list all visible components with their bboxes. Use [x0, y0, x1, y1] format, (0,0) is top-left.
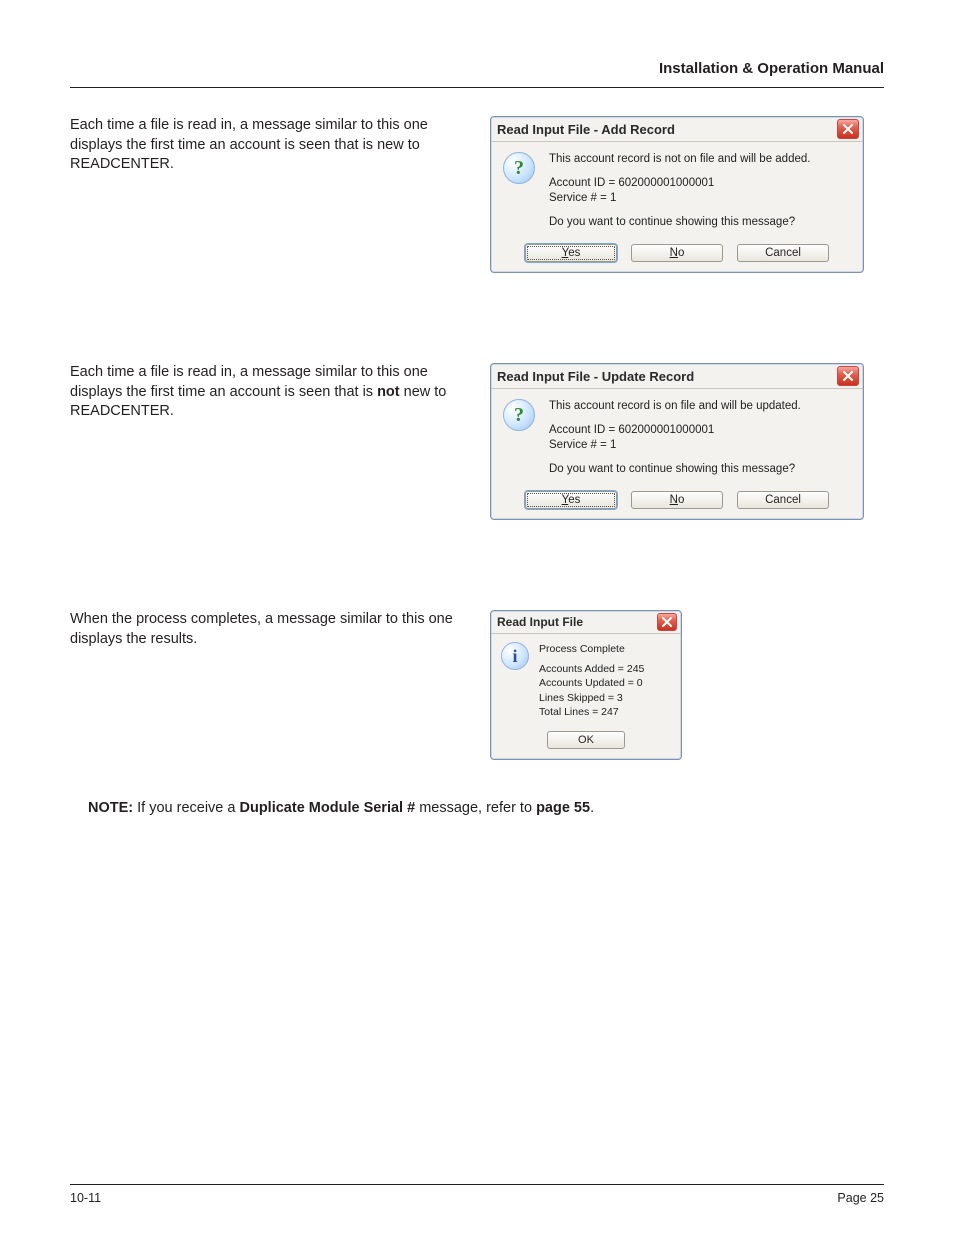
stat-updated: Accounts Updated = 0	[539, 676, 671, 690]
button-row: Yes No Cancel	[491, 487, 863, 519]
close-button[interactable]	[837, 366, 859, 386]
page: Installation & Operation Manual Each tim…	[0, 0, 954, 1235]
note: NOTE: If you receive a Duplicate Module …	[88, 800, 884, 816]
close-icon	[843, 124, 853, 134]
brand-name: READCENTER	[70, 403, 170, 419]
no-button[interactable]: No	[631, 491, 723, 509]
service-line: Service # = 1	[549, 191, 851, 207]
section-add-record: Each time a file is read in, a message s…	[70, 116, 884, 273]
message-line: This account record is not on file and w…	[549, 152, 851, 168]
close-button[interactable]	[837, 119, 859, 139]
caption-update-record: Each time a file is read in, a message s…	[70, 363, 470, 422]
yes-button[interactable]: Yes	[525, 491, 617, 509]
stat-total: Total Lines = 247	[539, 705, 671, 719]
dialog-update-record: Read Input File - Update Record ? This a…	[490, 363, 864, 520]
prompt-line: Do you want to continue showing this mes…	[549, 215, 851, 231]
caption-text: .	[170, 156, 174, 172]
titlebar: Read Input File - Add Record	[491, 117, 863, 142]
dialog-process-complete: Read Input File i Process Complete Accou…	[490, 610, 682, 760]
stat-skipped: Lines Skipped = 3	[539, 691, 671, 705]
note-text: .	[590, 800, 594, 816]
dialog-body: i Process Complete Accounts Added = 245 …	[491, 634, 681, 727]
dialog-message: This account record is not on file and w…	[549, 152, 851, 234]
note-text: If you receive a	[133, 800, 239, 816]
note-text: message, refer to	[415, 800, 536, 816]
footer-left: 10-11	[70, 1191, 101, 1205]
caption-process-complete: When the process completes, a message si…	[70, 610, 470, 649]
close-button[interactable]	[657, 613, 677, 631]
question-icon: ?	[503, 152, 535, 184]
section-process-complete: When the process completes, a message si…	[70, 610, 884, 760]
caption-add-record: Each time a file is read in, a message s…	[70, 116, 470, 175]
ok-button[interactable]: OK	[547, 731, 625, 749]
note-bold: Duplicate Module Serial #	[240, 800, 416, 816]
caption-text: new to	[400, 384, 447, 400]
dialog-title: Read Input File - Update Record	[497, 369, 837, 384]
message-line: Process Complete	[539, 642, 671, 656]
note-label: NOTE:	[88, 800, 133, 816]
account-id-line: Account ID = 602000001000001	[549, 423, 851, 439]
button-row: Yes No Cancel	[491, 240, 863, 272]
service-line: Service # = 1	[549, 438, 851, 454]
brand-name: READCENTER	[70, 156, 170, 172]
stat-added: Accounts Added = 245	[539, 662, 671, 676]
account-id-line: Account ID = 602000001000001	[549, 176, 851, 192]
message-line: This account record is on file and will …	[549, 399, 851, 415]
cancel-button[interactable]: Cancel	[737, 491, 829, 509]
dialog-message: Process Complete Accounts Added = 245 Ac…	[539, 642, 671, 723]
dialog-title: Read Input File - Add Record	[497, 122, 837, 137]
caption-text: Each time a file is read in, a message s…	[70, 364, 428, 400]
caption-text: .	[170, 403, 174, 419]
page-footer: 10-11 Page 25	[70, 1184, 884, 1205]
yes-button[interactable]: Yes	[525, 244, 617, 262]
close-icon	[843, 371, 853, 381]
cancel-button[interactable]: Cancel	[737, 244, 829, 262]
hotkey: Y	[562, 494, 569, 506]
hotkey: N	[670, 247, 678, 259]
close-icon	[662, 617, 672, 627]
dialog-add-record: Read Input File - Add Record ? This acco…	[490, 116, 864, 273]
prompt-line: Do you want to continue showing this mes…	[549, 462, 851, 478]
section-update-record: Each time a file is read in, a message s…	[70, 363, 884, 520]
hotkey: N	[670, 494, 678, 506]
dialog-body: ? This account record is on file and wil…	[491, 389, 863, 487]
question-icon: ?	[503, 399, 535, 431]
hotkey: Y	[562, 247, 569, 259]
titlebar: Read Input File	[491, 611, 681, 634]
button-row: OK	[491, 727, 681, 759]
footer-right: Page 25	[837, 1191, 884, 1205]
running-header: Installation & Operation Manual	[70, 60, 884, 88]
no-button[interactable]: No	[631, 244, 723, 262]
dialog-title: Read Input File	[497, 615, 657, 629]
info-icon: i	[501, 642, 529, 670]
dialog-message: This account record is on file and will …	[549, 399, 851, 481]
caption-text: Each time a file is read in, a message s…	[70, 117, 428, 153]
dialog-body: ? This account record is not on file and…	[491, 142, 863, 240]
emphasis: not	[377, 384, 400, 400]
titlebar: Read Input File - Update Record	[491, 364, 863, 389]
note-page-ref: page 55	[536, 800, 590, 816]
